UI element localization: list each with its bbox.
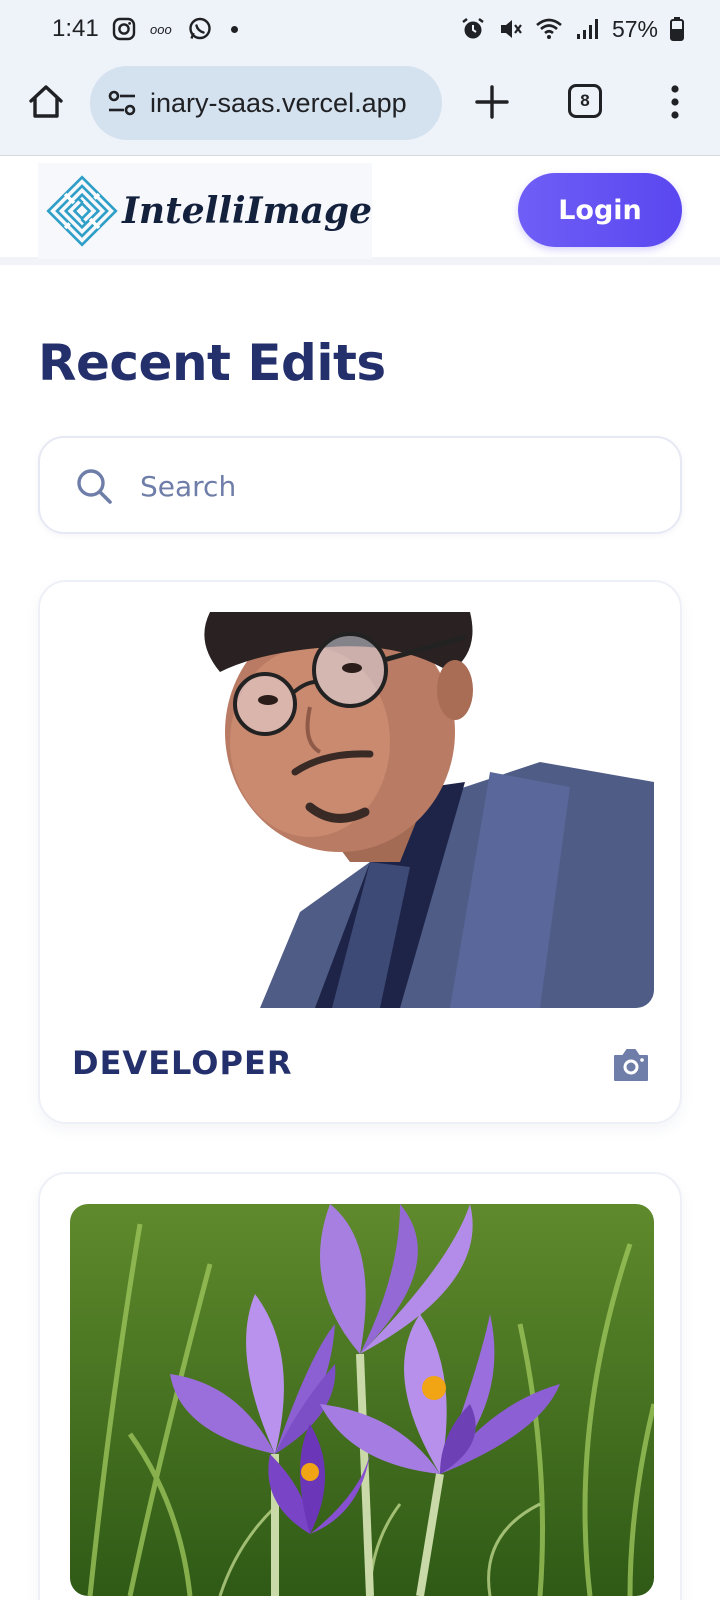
tab-count: 8 [580,91,590,110]
svg-text:ooo: ooo [150,22,172,37]
status-right: 57% [460,16,684,43]
logo-text: IntelliImage [122,190,372,232]
page-title: Recent Edits [38,334,386,392]
more-vert-icon[interactable] [660,84,690,120]
crocus-flowers-photo[interactable] [70,1204,654,1596]
plus-icon[interactable] [472,82,512,122]
app-header: IntelliImage Login [0,157,720,265]
mute-icon [500,20,522,38]
image-card[interactable]: DEVELOPER [38,580,682,1124]
notification-dot [230,25,238,33]
signal-icon [576,19,598,39]
address-bar[interactable]: inary-saas.vercel.app [90,66,442,140]
url-text[interactable]: inary-saas.vercel.app [150,88,407,119]
camera-icon[interactable] [610,1044,652,1086]
instagram-icon [112,17,135,41]
tabs-button[interactable]: 8 [568,84,602,118]
image-card[interactable] [38,1172,682,1600]
crocus-illustration [70,1204,654,1596]
alarm-icon [462,18,484,39]
logo[interactable]: IntelliImage [38,163,372,259]
whatsapp-icon [189,17,211,40]
meta-icon: ooo [150,22,172,37]
status-left: 1:41 ooo [52,15,238,43]
portrait-illustration [70,612,654,1008]
portrait-photo[interactable] [70,612,654,1008]
login-button[interactable]: Login [518,173,682,247]
home-icon[interactable] [26,82,66,122]
search-box[interactable] [38,436,682,534]
browser-toolbar: inary-saas.vercel.app 8 [0,58,720,156]
status-bar: 1:41 ooo 57% [0,0,720,58]
maze-logo-icon [46,175,118,247]
status-time: 1:41 [52,15,99,42]
battery-icon [670,17,684,41]
card-title: DEVELOPER [72,1044,293,1082]
battery-percent: 57% [611,15,658,42]
search-icon [77,469,112,504]
site-info-icon[interactable] [106,89,138,117]
wifi-icon [536,18,562,39]
search-input[interactable] [140,458,660,514]
